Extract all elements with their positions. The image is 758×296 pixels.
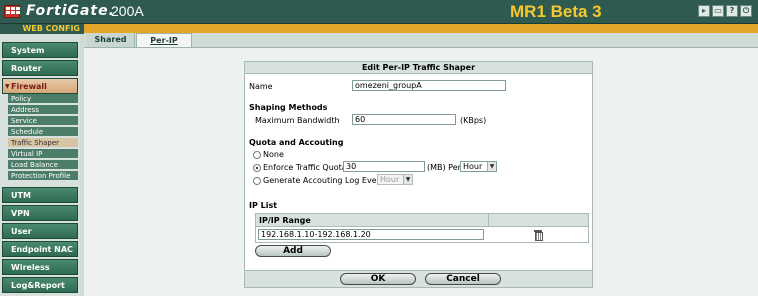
top-header: FortiGate. 200A MR1 Beta 3 ▸ ▭ ? ⏻ — [0, 0, 758, 24]
header-icon-group: ▸ ▭ ? ⏻ — [698, 5, 752, 17]
web-config-label: WEB CONFIG — [0, 24, 84, 34]
sidebar-item-system[interactable]: System — [2, 42, 78, 58]
sidebar-item-utm[interactable]: UTM — [2, 187, 78, 203]
name-label: Name — [249, 82, 273, 91]
edit-shaper-panel: Edit Per-IP Traffic Shaper Name Shaping … — [244, 61, 593, 288]
ip-range-input[interactable] — [258, 229, 484, 240]
max-bandwidth-unit: (KBps) — [460, 116, 487, 125]
console-icon[interactable]: ▸ — [698, 5, 710, 17]
screen-icon[interactable]: ▭ — [712, 5, 724, 17]
logout-icon[interactable]: ⏻ — [740, 5, 752, 17]
log-period-value: Hour — [380, 175, 400, 184]
sidebar-subitem-label: Load Balance — [11, 161, 58, 169]
sidebar-subitem-policy[interactable]: Policy — [8, 94, 78, 104]
tab-shared[interactable]: Shared — [87, 33, 135, 47]
quota-enforce-radio[interactable] — [253, 164, 261, 172]
quota-period-value: Hour — [463, 162, 483, 171]
sidebar-subitem-traffic-shaper[interactable]: Traffic Shaper — [8, 138, 78, 148]
header-accent-bar — [84, 24, 758, 33]
model-name: 200A — [111, 3, 144, 19]
sidebar-subitem-label: Protection Profile — [11, 172, 71, 180]
sidebar-subitem-address[interactable]: Address — [8, 105, 78, 115]
tab-per-ip[interactable]: Per-IP — [136, 33, 192, 47]
main-content: Edit Per-IP Traffic Shaper Name Shaping … — [84, 47, 758, 296]
quota-heading: Quota and Accouting — [249, 138, 344, 147]
shaping-methods-heading: Shaping Methods — [249, 103, 328, 112]
sidebar-item-log-report[interactable]: Log&Report — [2, 277, 78, 293]
panel-title: Edit Per-IP Traffic Shaper — [245, 62, 592, 74]
sidebar-item-label: Endpoint NAC — [11, 245, 73, 254]
help-icon[interactable]: ? — [726, 5, 738, 17]
sidebar-item-user[interactable]: User — [2, 223, 78, 239]
sidebar-subitem-protection-profile[interactable]: Protection Profile — [8, 171, 78, 181]
quota-unit-label: (MB) Per — [427, 163, 461, 172]
sidebar-subitem-label: Policy — [11, 95, 32, 103]
ip-list-table: IP/IP Range — [255, 213, 589, 243]
sidebar-subitem-label: Schedule — [11, 128, 44, 136]
sidebar-subitem-label: Service — [11, 117, 37, 125]
sidebar-subitem-label: Traffic Shaper — [11, 139, 60, 147]
tab-bar: Shared Per-IP — [84, 33, 758, 47]
ip-range-column-header: IP/IP Range — [256, 214, 489, 227]
quota-period-select[interactable]: Hour ▼ — [460, 161, 497, 172]
fortinet-logo-icon — [4, 5, 20, 18]
sidebar-item-label: VPN — [11, 209, 30, 218]
form-footer: OK Cancel — [245, 270, 592, 287]
cancel-button[interactable]: Cancel — [425, 273, 501, 285]
sidebar-item-label: Firewall — [11, 82, 47, 91]
sidebar-item-firewall[interactable]: ▼ Firewall — [2, 78, 78, 94]
expanded-arrow-icon: ▼ — [5, 83, 10, 90]
name-input[interactable] — [352, 80, 506, 91]
quota-log-label: Generate Accouting Log Every — [263, 176, 385, 185]
add-button[interactable]: Add — [255, 245, 331, 257]
sidebar-subitem-label: Virtual IP — [11, 150, 43, 158]
sidebar-item-label: User — [11, 227, 32, 236]
release-label: MR1 Beta 3 — [510, 2, 602, 21]
sidebar-item-vpn[interactable]: VPN — [2, 205, 78, 221]
ip-list-heading: IP List — [249, 201, 278, 210]
sidebar-item-label: System — [11, 46, 45, 55]
sidebar-item-wireless-controller[interactable]: Wireless Controller — [2, 259, 78, 288]
sidebar-item-label: UTM — [11, 191, 31, 200]
chevron-down-icon: ▼ — [403, 175, 412, 184]
quota-enforce-label: Enforce Traffic Quota — [263, 163, 347, 172]
sidebar-subitem-load-balance[interactable]: Load Balance — [8, 160, 78, 170]
sidebar-subitem-service[interactable]: Service — [8, 116, 78, 126]
sidebar-subitem-schedule[interactable]: Schedule — [8, 127, 78, 137]
log-period-select: Hour ▼ — [377, 174, 413, 185]
sidebar: System Router ▼ Firewall Policy Address S… — [0, 34, 80, 296]
max-bandwidth-input[interactable] — [352, 114, 456, 125]
sidebar-item-endpoint-nac[interactable]: Endpoint NAC — [2, 241, 78, 257]
quota-none-radio[interactable] — [253, 151, 261, 159]
ok-button[interactable]: OK — [340, 273, 416, 285]
brand-name: FortiGate. — [26, 3, 115, 19]
sidebar-subitem-virtual-ip[interactable]: Virtual IP — [8, 149, 78, 159]
trash-icon[interactable] — [534, 230, 543, 241]
sidebar-item-router[interactable]: Router — [2, 60, 78, 76]
quota-value-input[interactable] — [343, 161, 425, 172]
ip-list-header: IP/IP Range — [256, 214, 588, 227]
max-bandwidth-label: Maximum Bandwidth — [255, 116, 340, 125]
quota-log-radio[interactable] — [253, 177, 261, 185]
chevron-down-icon: ▼ — [487, 162, 496, 171]
sidebar-item-label: Log&Report — [11, 281, 65, 290]
quota-none-label: None — [263, 150, 284, 159]
sidebar-item-label: Router — [11, 64, 42, 73]
sidebar-subitem-label: Address — [11, 106, 39, 114]
